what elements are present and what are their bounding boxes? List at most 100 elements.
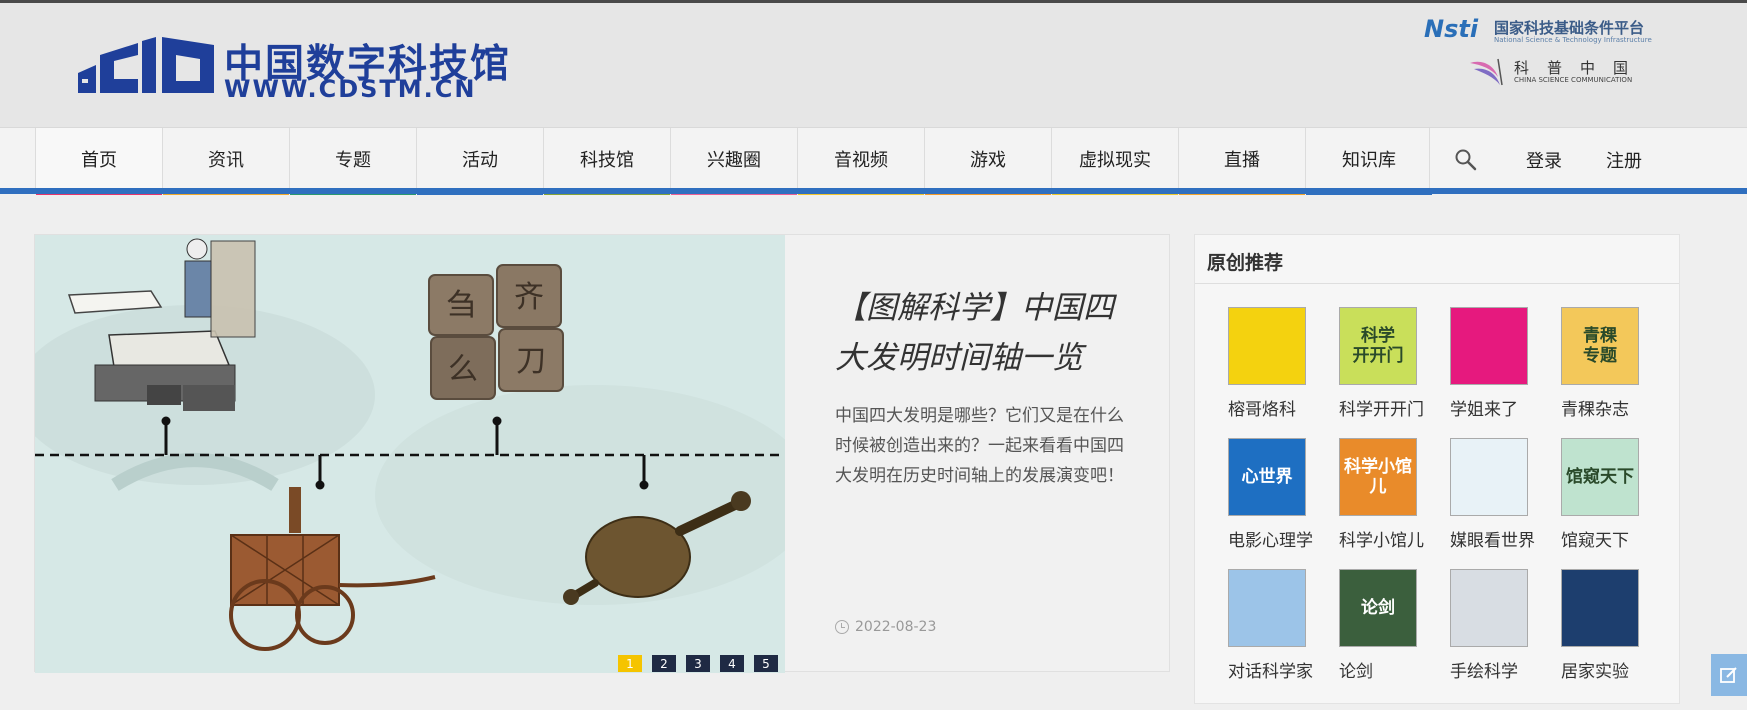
- nav-item-8[interactable]: 游戏: [924, 128, 1051, 195]
- feature-description: 中国四大发明是哪些？它们又是在什么时候被创造出来的？一起来看看中国四大发明在历史…: [835, 406, 1124, 486]
- clock-icon: [835, 620, 849, 634]
- site-logo[interactable]: 中国数字科技馆 WWW.CDSTM.CN: [78, 33, 509, 103]
- feature-date-text: 2022-08-23: [855, 619, 937, 635]
- recommend-item[interactable]: 科学小馆儿 科学小馆儿: [1339, 438, 1439, 558]
- slider-page-3[interactable]: 3: [686, 655, 710, 672]
- nav-item-label: 直播: [1224, 149, 1260, 171]
- recommend-label: 科学开开门: [1339, 400, 1424, 420]
- partner-kepu[interactable]: 科普中国 CHINA SCIENCE COMMUNICATION: [1468, 55, 1648, 89]
- recommend-thumbnail: 心世界: [1228, 438, 1306, 516]
- nav-search-button[interactable]: [1429, 128, 1499, 189]
- recommend-item[interactable]: 手绘科学: [1450, 569, 1550, 689]
- logo-domain: WWW.CDSTM.CN: [224, 75, 477, 103]
- nsti-chinese-name: 国家科技基础条件平台: [1494, 19, 1645, 37]
- nsti-logo-mark: Nsti: [1424, 15, 1479, 43]
- recommend-item[interactable]: 论剑 论剑: [1339, 569, 1439, 689]
- recommend-thumbnail: [1450, 438, 1528, 516]
- type-block-char-3: 么: [448, 352, 478, 387]
- cdstm-logo-icon: [78, 37, 214, 93]
- nav-item-9[interactable]: 虚拟现实: [1051, 128, 1178, 195]
- nav-item-1[interactable]: 首页: [35, 128, 162, 195]
- edit-icon: [1720, 667, 1737, 683]
- nav-item-label: 资讯: [208, 149, 244, 171]
- nav-item-label: 虚拟现实: [1079, 149, 1151, 171]
- slider-page-5[interactable]: 5: [754, 655, 778, 672]
- recommend-thumbnail: [1561, 569, 1639, 647]
- nav-item-label: 兴趣圈: [707, 149, 761, 171]
- original-recommend-panel: 原创推荐 榕哥烙科 科学 开开门 科学开开门 学姐来了 青稞 专题 青稞杂志 心世界 电影心理…: [1194, 234, 1680, 704]
- search-icon: [1455, 149, 1476, 170]
- slider-page-1[interactable]: 1: [618, 655, 642, 672]
- partner-nsti[interactable]: Nsti 国家科技基础条件平台 National Science & Techn…: [1424, 15, 1684, 49]
- recommend-label: 学姐来了: [1450, 400, 1518, 420]
- site-header: 中国数字科技馆 WWW.CDSTM.CN Nsti 国家科技基础条件平台 Nat…: [0, 3, 1747, 127]
- recommend-label: 居家实验: [1561, 662, 1629, 682]
- type-block-char-2: 齐: [514, 280, 544, 315]
- recommend-label: 对话科学家: [1228, 662, 1313, 682]
- recommend-thumbnail: [1450, 307, 1528, 385]
- recommend-item[interactable]: 榕哥烙科: [1228, 307, 1328, 427]
- recommend-item[interactable]: 媒眼看世界: [1450, 438, 1550, 558]
- recommend-label: 媒眼看世界: [1450, 531, 1535, 551]
- recommend-label: 论剑: [1339, 662, 1373, 682]
- feature-image[interactable]: 刍 齐 么 刀 12345: [35, 235, 785, 673]
- feedback-button[interactable]: [1711, 654, 1747, 696]
- kepu-chinese-name: 科普中国: [1514, 59, 1647, 77]
- nav-item-4[interactable]: 活动: [416, 128, 543, 195]
- nav-item-3[interactable]: 专题: [289, 128, 416, 195]
- nav-item-label: 首页: [81, 149, 117, 171]
- nav-item-label: 活动: [462, 149, 498, 171]
- four-inventions-illustration: 刍 齐 么 刀: [35, 235, 785, 673]
- recommend-label: 手绘科学: [1450, 662, 1518, 682]
- recommend-item[interactable]: 居家实验: [1561, 569, 1661, 689]
- nav-item-7[interactable]: 音视频: [797, 128, 924, 195]
- recommend-item[interactable]: 青稞 专题 青稞杂志: [1561, 307, 1661, 427]
- nav-item-2[interactable]: 资讯: [162, 128, 289, 195]
- nsti-english-name: National Science & Technology Infrastruc…: [1494, 36, 1652, 44]
- recommend-title: 原创推荐: [1207, 252, 1284, 274]
- recommend-label: 青稞杂志: [1561, 400, 1629, 420]
- nav-item-5[interactable]: 科技馆: [543, 128, 670, 195]
- type-block-char-4: 刀: [516, 344, 546, 379]
- feature-slider: 刍 齐 么 刀 12345 【图解科学】中国四大发明时间轴一览 中国四大发明是哪…: [34, 234, 1170, 673]
- login-link[interactable]: 登录: [1526, 147, 1562, 173]
- nav-item-label: 知识库: [1342, 149, 1396, 171]
- recommend-thumbnail: 论剑: [1339, 569, 1417, 647]
- nav-baseline: [0, 188, 1747, 194]
- nav-item-10[interactable]: 直播: [1178, 128, 1305, 195]
- slider-pagination: 12345: [618, 655, 778, 672]
- recommend-item[interactable]: 学姐来了: [1450, 307, 1550, 427]
- recommend-item[interactable]: 馆窥天下 馆窥天下: [1561, 438, 1661, 558]
- recommend-thumbnail: 科学 开开门: [1339, 307, 1417, 385]
- feature-text: 【图解科学】中国四大发明时间轴一览 中国四大发明是哪些？它们又是在什么时候被创造…: [835, 283, 1135, 491]
- kepu-logo-icon: [1470, 58, 1503, 86]
- nav-item-label: 科技馆: [580, 149, 634, 171]
- recommend-item[interactable]: 心世界 电影心理学: [1228, 438, 1328, 558]
- register-link[interactable]: 注册: [1606, 147, 1642, 173]
- main-nav: 知识库 直播 虚拟现实 游戏 音视频 兴趣圈 科技馆 活动 专题 资讯 首页 登录 注册: [0, 127, 1747, 195]
- recommend-thumbnail: 青稞 专题: [1561, 307, 1639, 385]
- slider-page-4[interactable]: 4: [720, 655, 744, 672]
- recommend-item[interactable]: 对话科学家: [1228, 569, 1328, 689]
- recommend-label: 电影心理学: [1228, 531, 1313, 551]
- recommend-thumbnail: [1450, 569, 1528, 647]
- recommend-thumbnail: 科学小馆儿: [1339, 438, 1417, 516]
- recommend-thumbnail: 馆窥天下: [1561, 438, 1639, 516]
- recommend-label: 科学小馆儿: [1339, 531, 1424, 551]
- recommend-label: 馆窥天下: [1561, 531, 1629, 551]
- nav-item-label: 专题: [335, 149, 371, 171]
- recommend-item[interactable]: 科学 开开门科学开开门: [1339, 307, 1439, 427]
- recommend-thumbnail: [1228, 307, 1306, 385]
- recommend-thumbnail: [1228, 569, 1306, 647]
- feature-title[interactable]: 【图解科学】中国四大发明时间轴一览: [835, 283, 1135, 383]
- feature-date: 2022-08-23: [835, 619, 936, 635]
- nav-item-11[interactable]: 知识库: [1305, 128, 1432, 195]
- type-block-char-1: 刍: [446, 288, 476, 323]
- nav-item-6[interactable]: 兴趣圈: [670, 128, 797, 195]
- slider-page-2[interactable]: 2: [652, 655, 676, 672]
- nav-item-label: 音视频: [834, 149, 888, 171]
- nav-item-label: 游戏: [970, 149, 1006, 171]
- recommend-label: 榕哥烙科: [1228, 400, 1296, 420]
- kepu-english-name: CHINA SCIENCE COMMUNICATION: [1514, 76, 1633, 84]
- recommend-divider: [1195, 283, 1679, 284]
